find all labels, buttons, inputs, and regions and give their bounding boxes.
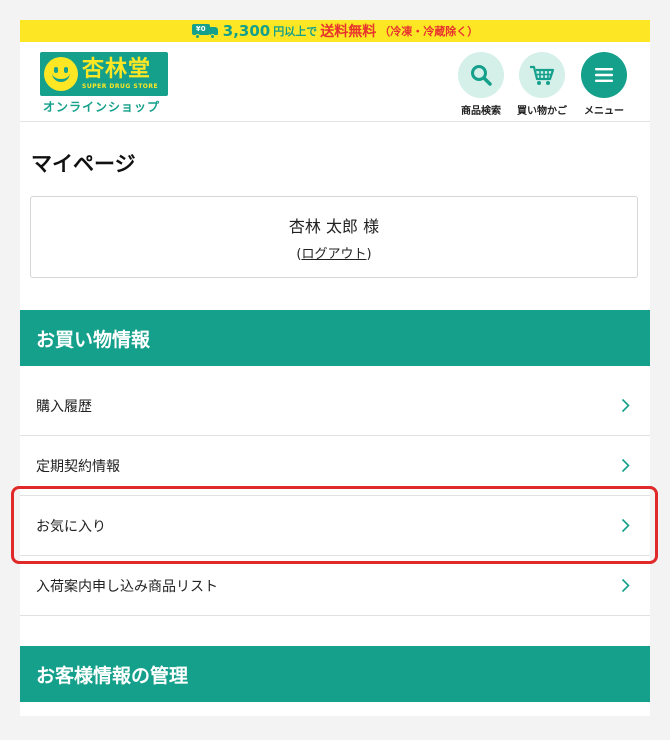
page-title: マイページ — [31, 152, 136, 176]
favorites-item[interactable]: お気に入り — [20, 496, 650, 556]
user-name: 杏林 太郎 様 — [288, 216, 380, 236]
list-item-label: 入荷案内申し込み商品リスト — [36, 578, 218, 595]
menu-button[interactable]: メニュー — [574, 52, 634, 117]
chevron-right-icon — [621, 398, 630, 413]
search-label: 商品検索 — [461, 106, 501, 117]
subscription-info-item[interactable]: 定期契約情報 — [20, 436, 650, 496]
site-logo[interactable]: 杏林堂 SUPER DRUG STORE — [40, 52, 168, 96]
smile-logo-icon — [44, 57, 78, 91]
online-shop-label: オンラインショップ — [43, 100, 161, 114]
chevron-right-icon — [621, 578, 630, 593]
list-item-label: 購入履歴 — [36, 398, 92, 415]
banner-free-shipping: 送料無料 — [320, 24, 377, 40]
banner-note: （冷凍・冷蔵除く） — [379, 25, 479, 38]
search-icon — [458, 52, 504, 98]
chevron-right-icon — [621, 458, 630, 473]
menu-label: メニュー — [584, 106, 624, 117]
restock-notice-list-item[interactable]: 入荷案内申し込み商品リスト — [20, 556, 650, 616]
page: ¥0 3,300 円以上で 送料無料 （冷凍・冷蔵除く） 杏林堂 SUPER D… — [20, 20, 650, 716]
logo-name: 杏林堂 — [82, 57, 152, 82]
logout-link[interactable]: ログアウト — [301, 247, 366, 262]
site-header: 杏林堂 SUPER DRUG STORE オンラインショップ 商品検索 買い物か… — [20, 42, 650, 122]
purchase-history-item[interactable]: 購入履歴 — [20, 376, 650, 436]
shipping-banner: ¥0 3,300 円以上で 送料無料 （冷凍・冷蔵除く） — [20, 20, 650, 42]
list-item-label: 定期契約情報 — [36, 458, 120, 475]
list-item-label: お気に入り — [36, 518, 106, 535]
logout-wrapper: (ログアウト) — [296, 246, 372, 262]
cart-label: 買い物かご — [517, 106, 567, 117]
cart-button[interactable]: 買い物かご — [512, 52, 572, 117]
cart-icon — [519, 52, 565, 98]
shopping-info-heading: お買い物情報 — [20, 310, 650, 366]
customer-info-heading: お客様情報の管理 — [20, 646, 650, 702]
banner-unit: 円以上で — [273, 25, 318, 38]
truck-icon: ¥0 — [191, 24, 218, 39]
banner-amount: 3,300 — [222, 22, 271, 40]
chevron-right-icon — [621, 518, 630, 533]
search-button[interactable]: 商品検索 — [451, 52, 511, 117]
logo-subtitle: SUPER DRUG STORE — [82, 83, 159, 90]
user-info-box: 杏林 太郎 様 (ログアウト) — [30, 196, 638, 278]
menu-icon — [581, 52, 627, 98]
